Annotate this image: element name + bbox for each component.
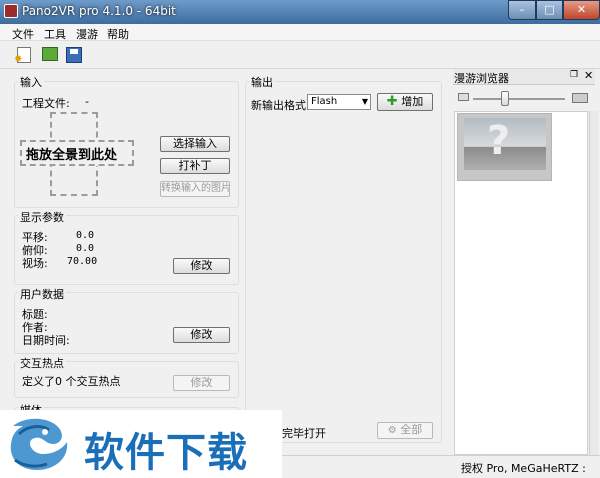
- datetime-field-label: 日期时间:: [22, 334, 70, 347]
- hotspots-group-title: 交互热点: [18, 355, 66, 371]
- chevron-down-icon: ▼: [361, 97, 368, 106]
- drop-zone-text: 拖放全景到此处: [26, 148, 118, 163]
- zoom-out-icon[interactable]: [458, 93, 469, 101]
- hotspots-modify-button[interactable]: 修改: [173, 375, 230, 391]
- pan-value: 0.0: [76, 230, 95, 241]
- float-panel-icon[interactable]: ❐: [570, 70, 578, 80]
- browser-panel-header: 漫游浏览器 ❐ ✕: [453, 69, 595, 85]
- display-group-title: 显示参数: [18, 209, 66, 225]
- all-button[interactable]: ⚙ 全部: [377, 422, 433, 439]
- menu-tour[interactable]: 漫游: [76, 26, 98, 42]
- menu-bar: 文件 工具 漫游 帮助: [0, 24, 600, 41]
- title-bar: Pano2VR pro 4.1.0 - 64bit – □ ✕: [0, 0, 600, 24]
- watermark-text: 软件下载: [84, 430, 248, 476]
- userdata-group-title: 用户数据: [18, 286, 66, 302]
- all-button-label: 全部: [400, 423, 423, 436]
- new-format-label: 新输出格式:: [251, 99, 310, 112]
- toolbar: ✸: [0, 41, 600, 69]
- browser-scrollbar[interactable]: [589, 111, 598, 455]
- panorama-drop-zone[interactable]: 拖放全景到此处: [20, 112, 134, 196]
- menu-file[interactable]: 文件: [12, 26, 34, 42]
- tilt-value: 0.0: [76, 243, 95, 254]
- project-file-label: 工程文件:: [22, 97, 70, 110]
- menu-help[interactable]: 帮助: [107, 26, 129, 42]
- fov-value: 70.00: [67, 256, 98, 267]
- display-modify-button[interactable]: 修改: [173, 258, 230, 274]
- input-group-title: 输入: [18, 74, 44, 90]
- userdata-modify-button[interactable]: 修改: [173, 327, 230, 343]
- slider-handle[interactable]: [501, 91, 509, 106]
- question-mark-icon: ?: [487, 118, 511, 164]
- convert-input-button[interactable]: 转换输入的图片: [160, 181, 231, 197]
- dragon-logo-icon: [10, 418, 68, 470]
- output-format-select[interactable]: Flash ▼: [307, 94, 371, 110]
- new-project-icon[interactable]: ✸: [14, 45, 34, 65]
- maximize-button[interactable]: □: [536, 0, 563, 20]
- add-output-button[interactable]: ✚ 增加: [377, 93, 433, 111]
- open-project-icon[interactable]: [40, 45, 60, 65]
- hotspots-count-text: 定义了0 个交互热点: [22, 375, 121, 388]
- output-group: [245, 81, 442, 443]
- license-status-text: 授权 Pro, MeGaHeRTZ :: [461, 462, 586, 475]
- watermark: 软件下载: [0, 410, 282, 478]
- settings-icon: ⚙: [387, 425, 397, 436]
- add-output-label: 增加: [401, 95, 424, 108]
- zoom-in-icon[interactable]: [572, 93, 588, 103]
- close-button[interactable]: ✕: [563, 0, 600, 20]
- thumbnail-size-slider[interactable]: [473, 98, 565, 100]
- browser-panel-title: 漫游浏览器: [454, 72, 509, 85]
- output-group-title: 输出: [249, 74, 275, 90]
- close-panel-icon[interactable]: ✕: [584, 69, 593, 82]
- app-icon: [4, 4, 18, 18]
- select-input-button[interactable]: 选择输入: [160, 136, 230, 152]
- menu-tools[interactable]: 工具: [44, 26, 66, 42]
- save-project-icon[interactable]: [64, 45, 84, 65]
- output-format-value: Flash: [311, 96, 338, 107]
- minimize-button[interactable]: –: [508, 0, 536, 20]
- patch-button[interactable]: 打补丁: [160, 158, 230, 174]
- project-file-value: -: [85, 95, 89, 108]
- window-title: Pano2VR pro 4.1.0 - 64bit: [22, 4, 176, 18]
- plus-icon: ✚: [386, 94, 398, 109]
- open-after-label: 完毕打开: [282, 427, 326, 440]
- fov-label: 视场:: [22, 257, 48, 270]
